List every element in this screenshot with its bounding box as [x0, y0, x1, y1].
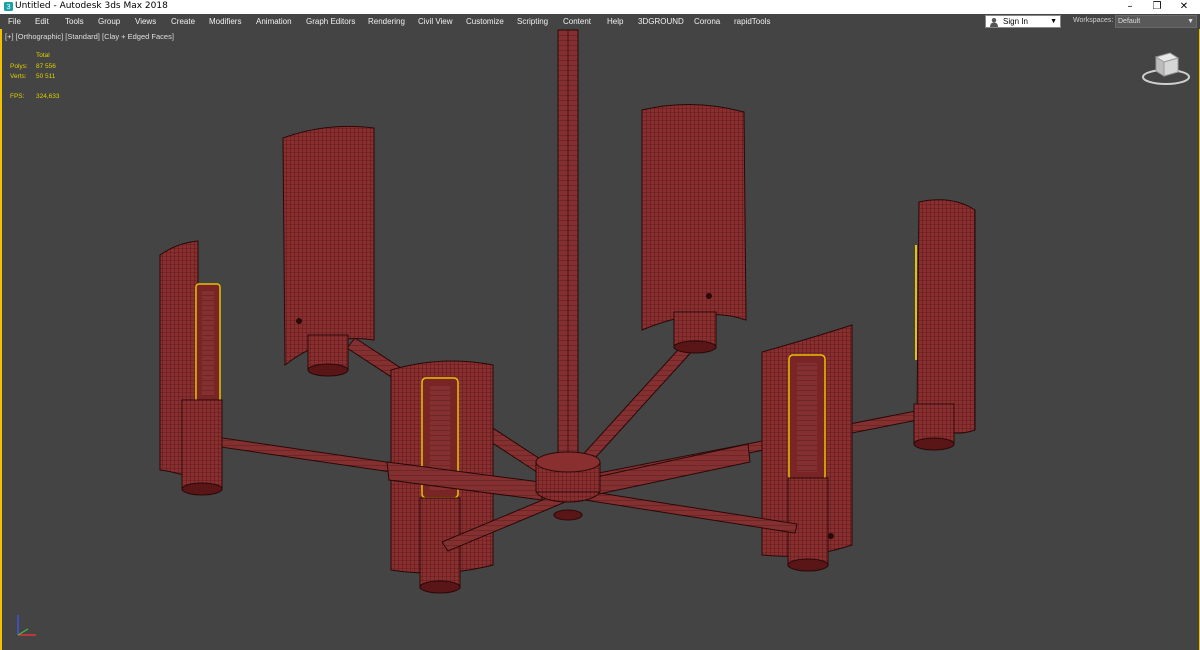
arm-back-right[interactable] [577, 339, 696, 469]
perspective-viewport[interactable]: [+] [Orthographic] [Standard] [Clay + Ed… [0, 29, 1200, 650]
sign-in-dropdown[interactable]: Sign In ▼ [985, 15, 1061, 28]
close-button[interactable]: ✕ [1170, 0, 1198, 14]
menu-rendering[interactable]: Rendering [368, 16, 405, 27]
chevron-down-icon: ▼ [1050, 18, 1057, 25]
viewport-menu-plus[interactable]: [+] [5, 32, 14, 41]
menu-3dground[interactable]: 3DGROUND [638, 16, 684, 27]
viewport-standard[interactable]: [Standard] [65, 32, 100, 41]
workspace-select[interactable]: Default ▼ [1115, 15, 1197, 28]
3ds-max-logo-icon: 3 [4, 2, 13, 11]
menu-civil-view[interactable]: Civil View [418, 16, 453, 27]
viewport-point-of-view[interactable]: [Orthographic] [16, 32, 64, 41]
menu-graph-editors[interactable]: Graph Editors [306, 16, 355, 27]
chevron-down-icon: ▼ [1187, 18, 1194, 25]
minimize-button[interactable]: – [1116, 0, 1144, 14]
menu-bar: File Edit Tools Group Views Create Modif… [0, 14, 1200, 29]
menu-modifiers[interactable]: Modifiers [209, 16, 241, 27]
stats-total-header: Total [36, 52, 50, 59]
workspace-selected: Default [1118, 18, 1141, 25]
menu-file[interactable]: File [8, 16, 21, 27]
stats-fps-label: FPS: [10, 93, 25, 100]
restore-button[interactable]: ❐ [1143, 0, 1171, 14]
menu-views[interactable]: Views [135, 16, 156, 27]
stats-verts-value: 50 511 [36, 73, 56, 80]
menu-rapidtools[interactable]: rapidTools [734, 16, 770, 27]
sign-in-label: Sign In [1003, 17, 1028, 26]
shade-back-right[interactable] [641, 103, 747, 354]
menu-edit[interactable]: Edit [35, 16, 49, 27]
shade-far-right[interactable] [913, 199, 976, 451]
workspaces-label: Workspaces: [1073, 17, 1114, 24]
menu-create[interactable]: Create [171, 16, 195, 27]
stats-fps-value: 324,633 [36, 93, 60, 100]
menu-content[interactable]: Content [563, 16, 591, 27]
menu-tools[interactable]: Tools [65, 16, 84, 27]
shade-back-left[interactable] [282, 125, 375, 377]
shade-front-right[interactable] [761, 324, 853, 572]
menu-customize[interactable]: Customize [466, 16, 504, 27]
axis-tripod-icon [17, 615, 36, 636]
viewport-label: [+] [Orthographic] [Standard] [Clay + Ed… [5, 32, 174, 41]
user-icon [990, 18, 998, 27]
menu-group[interactable]: Group [98, 16, 120, 27]
viewcube-icon[interactable] [1140, 49, 1192, 89]
viewport-shading-mode[interactable]: [Clay + Edged Faces] [102, 32, 174, 41]
stats-polys-value: 87 556 [36, 63, 56, 70]
menu-scripting[interactable]: Scripting [517, 16, 548, 27]
menu-corona[interactable]: Corona [694, 16, 720, 27]
menu-animation[interactable]: Animation [256, 16, 292, 27]
menu-help[interactable]: Help [607, 16, 623, 27]
shade-far-left[interactable] [159, 240, 223, 496]
stats-polys-label: Polys: [10, 63, 28, 70]
stats-verts-label: Verts: [10, 73, 27, 80]
svg-text:3: 3 [7, 2, 11, 11]
chandelier-model[interactable] [2, 29, 1199, 650]
title-bar: 3 Untitled - Autodesk 3ds Max 2018 – ❐ ✕ [0, 0, 1200, 14]
window-title: Untitled - Autodesk 3ds Max 2018 [15, 1, 168, 11]
